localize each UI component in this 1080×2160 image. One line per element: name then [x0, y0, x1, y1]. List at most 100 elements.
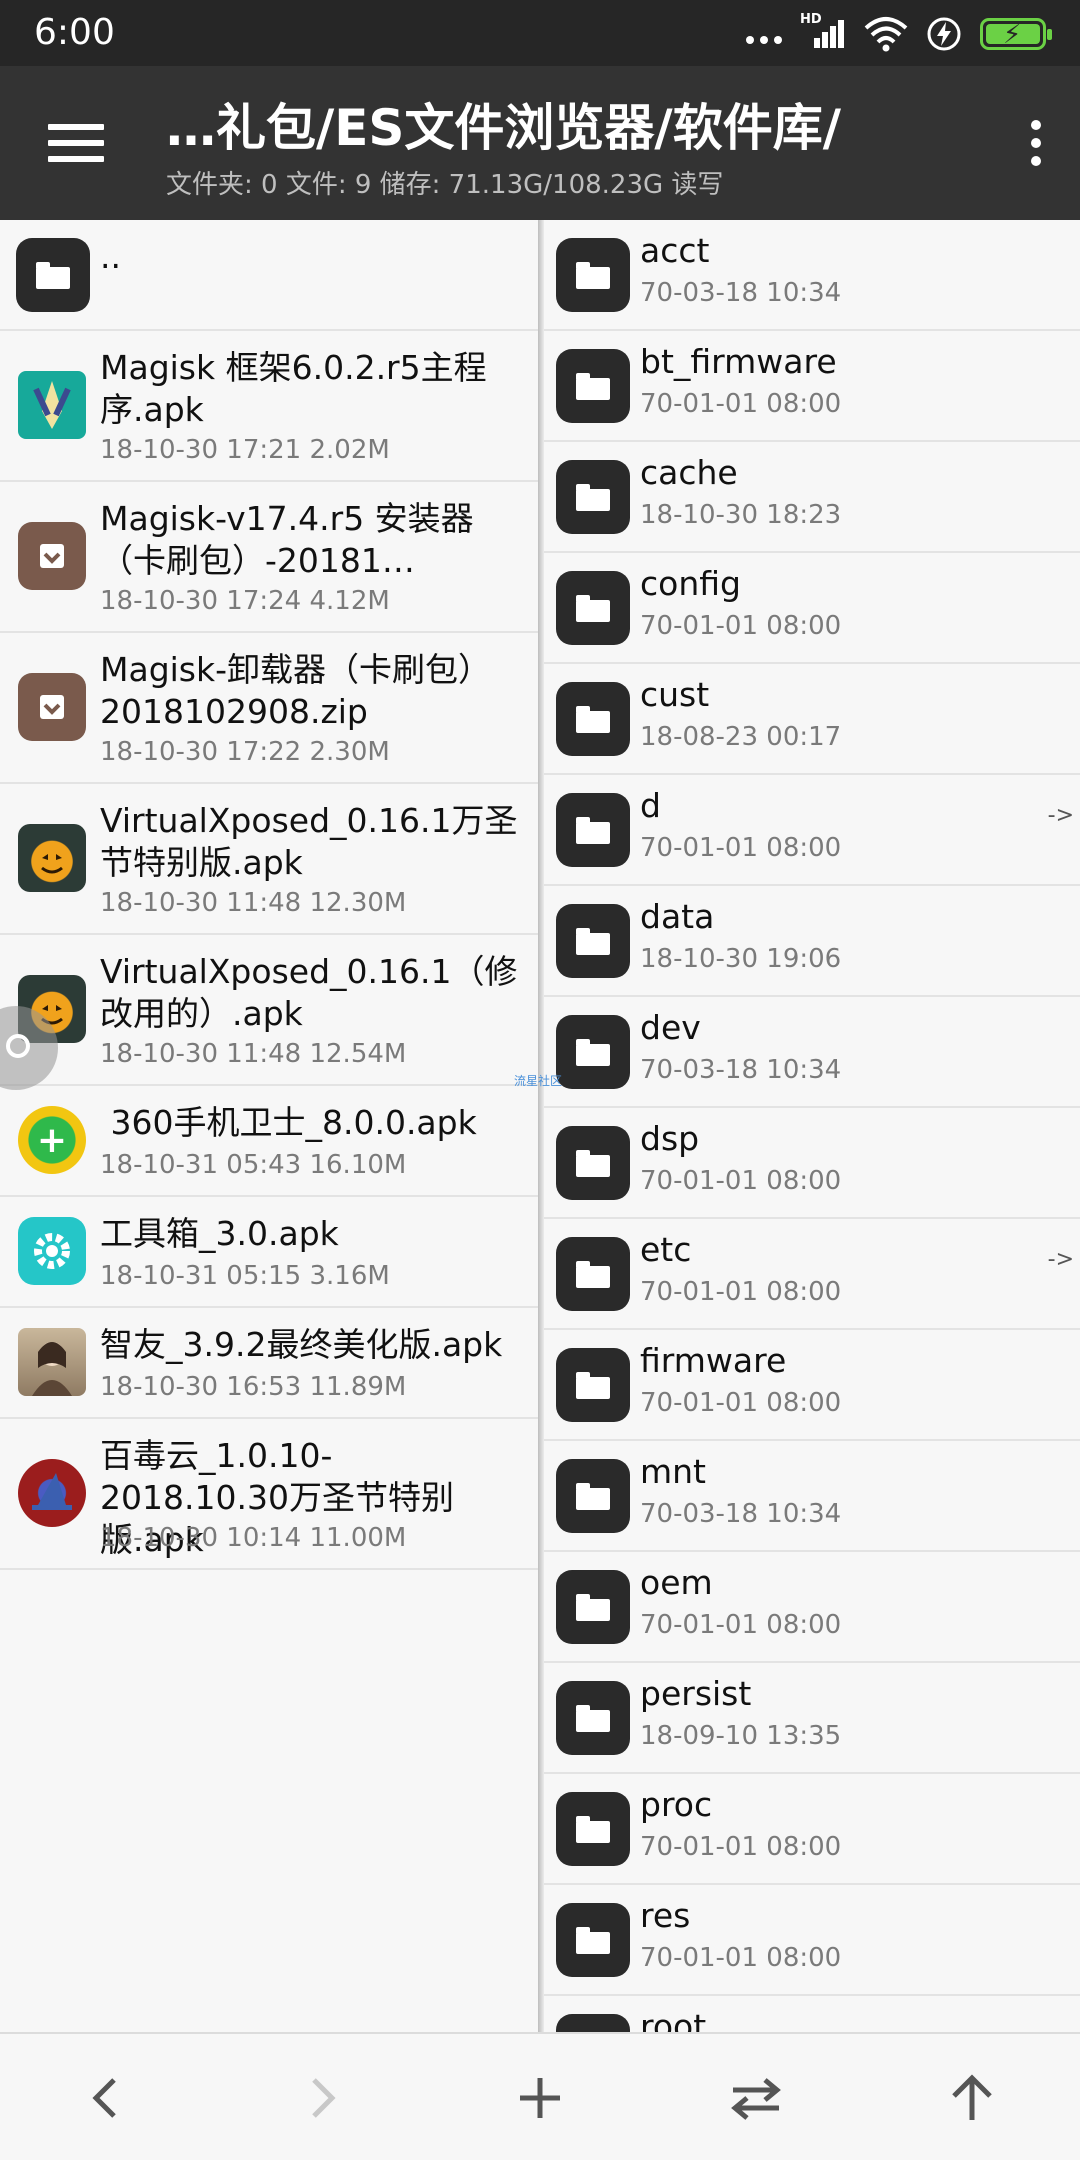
folder-name: res: [640, 1896, 691, 1935]
file-row[interactable]: Magisk-v17.4.r5 安装器（卡刷包）-20181… 18-10-30…: [0, 482, 540, 633]
folder-meta: 70-01-01 08:00: [640, 389, 842, 419]
file-row[interactable]: Magisk 框架6.0.2.r5主程序.apk 18-10-30 17:21 …: [0, 331, 540, 482]
folder-row[interactable]: data 18-10-30 19:06: [544, 886, 1080, 997]
folder-icon: [556, 2014, 630, 2032]
folder-name: d: [640, 786, 661, 825]
file-row[interactable]: VirtualXposed_0.16.1（修改用的）.apk 18-10-30 …: [0, 935, 540, 1086]
parent-directory-label: ..: [100, 237, 121, 276]
magisk-icon: [18, 371, 86, 439]
app-toolbar: …礼包/ES文件浏览器/软件库/ 文件夹: 0 文件: 9 储存: 71.13G…: [0, 66, 1080, 220]
add-icon[interactable]: [500, 2058, 580, 2138]
folder-name: cust: [640, 675, 710, 714]
file-meta: 18-10-31 05:43 16.10M: [100, 1150, 407, 1180]
folder-icon: [556, 1015, 630, 1089]
folder-row[interactable]: proc 70-01-01 08:00: [544, 1774, 1080, 1885]
file-name: 智友_3.9.2最终美化版.apk: [100, 1325, 503, 1364]
forward-arrow-icon[interactable]: [282, 2058, 362, 2138]
file-row[interactable]: VirtualXposed_0.16.1万圣节特别版.apk 18-10-30 …: [0, 784, 540, 935]
pumpkin-icon: [18, 824, 86, 892]
folder-name: dsp: [640, 1119, 700, 1158]
folder-row[interactable]: cache 18-10-30 18:23: [544, 442, 1080, 553]
folder-row[interactable]: root: [544, 1996, 1080, 2032]
file-name: VirtualXposed_0.16.1（修改用的）.apk: [100, 952, 518, 1033]
file-row[interactable]: Magisk-卸载器（卡刷包）2018102908.zip 18-10-30 1…: [0, 633, 540, 784]
archive-icon: [18, 673, 86, 741]
folder-meta: 18-10-30 19:06: [640, 944, 842, 974]
folder-row[interactable]: firmware 70-01-01 08:00: [544, 1330, 1080, 1441]
status-icons: HD ⚡: [746, 12, 1052, 54]
folder-row[interactable]: cust 18-08-23 00:17: [544, 664, 1080, 775]
folder-icon: [556, 1903, 630, 1977]
folder-icon: [556, 460, 630, 534]
folder-meta: 70-01-01 08:00: [640, 1166, 842, 1196]
battery-charging-icon: ⚡: [980, 18, 1052, 50]
folder-icon: [556, 349, 630, 423]
file-meta: 18-10-30 11:48 12.30M: [100, 888, 407, 918]
file-meta: 18-10-30 11:48 12.54M: [100, 1039, 407, 1069]
folder-icon: [556, 1126, 630, 1200]
file-row[interactable]: + 360手机卫士_8.0.0.apk 18-10-31 05:43 16.10…: [0, 1086, 540, 1197]
flash-icon: [927, 17, 961, 51]
path-title: …礼包/ES文件浏览器/软件库/: [166, 99, 841, 157]
overflow-menu-icon[interactable]: [1016, 106, 1056, 180]
folder-name: mnt: [640, 1452, 706, 1491]
folder-row[interactable]: persist 18-09-10 13:35: [544, 1663, 1080, 1774]
file-name: Magisk 框架6.0.2.r5主程序.apk: [100, 348, 487, 429]
folder-name: bt_firmware: [640, 342, 837, 381]
file-name: 工具箱_3.0.apk: [100, 1214, 339, 1253]
folder-name: persist: [640, 1674, 752, 1713]
file-meta: 18-10-31 05:15 3.16M: [100, 1261, 390, 1291]
left-file-pane[interactable]: .. Magisk 框架6.0.2.r5主程序.apk 18-10-30 17:…: [0, 220, 540, 2032]
folder-name: oem: [640, 1563, 713, 1602]
folder-row[interactable]: config 70-01-01 08:00: [544, 553, 1080, 664]
file-meta: 18-10-30 10:14 11.00M: [100, 1523, 407, 1553]
status-bar: 6:00 HD ⚡: [0, 0, 1080, 66]
up-directory-icon[interactable]: [932, 2058, 1012, 2138]
folder-meta: 70-01-01 08:00: [640, 611, 842, 641]
file-row[interactable]: 智友_3.9.2最终美化版.apk 18-10-30 16:53 11.89M: [0, 1308, 540, 1419]
hamburger-menu-icon[interactable]: [36, 110, 116, 176]
folder-name: acct: [640, 231, 710, 270]
hd-label: HD: [800, 12, 822, 27]
hd-signal-icon: HD: [800, 12, 846, 52]
folder-row[interactable]: mnt 70-03-18 10:34: [544, 1441, 1080, 1552]
folder-row[interactable]: res 70-01-01 08:00: [544, 1885, 1080, 1996]
swap-panes-icon[interactable]: [716, 2058, 796, 2138]
folder-icon: [556, 1459, 630, 1533]
folder-meta: 70-01-01 08:00: [640, 1943, 842, 1973]
archive-icon: [18, 522, 86, 590]
folder-row[interactable]: etc 70-01-01 08:00 ->: [544, 1219, 1080, 1330]
folder-icon: [556, 1681, 630, 1755]
status-time: 6:00: [34, 12, 115, 53]
folder-name: dev: [640, 1008, 701, 1047]
folder-row[interactable]: dsp 70-01-01 08:00: [544, 1108, 1080, 1219]
folder-row[interactable]: oem 70-01-01 08:00: [544, 1552, 1080, 1663]
folder-row[interactable]: bt_firmware 70-01-01 08:00: [544, 331, 1080, 442]
folder-name: etc: [640, 1230, 692, 1269]
file-name: Magisk-卸载器（卡刷包）2018102908.zip: [100, 650, 492, 731]
folder-icon: [556, 1570, 630, 1644]
right-file-pane[interactable]: acct 70-03-18 10:34 bt_firmware 70-01-01 08…: [544, 220, 1080, 2032]
folder-row[interactable]: acct 70-03-18 10:34: [544, 220, 1080, 331]
folder-meta: 18-09-10 13:35: [640, 1721, 842, 1751]
folder-meta: 70-01-01 08:00: [640, 1388, 842, 1418]
file-row[interactable]: 百毒云_1.0.10-2018.10.30万圣节特别版.apk 18-10-30…: [0, 1419, 540, 1570]
witch-hat-icon: [18, 1459, 86, 1527]
folder-row[interactable]: d 70-01-01 08:00 ->: [544, 775, 1080, 886]
folder-meta: 70-01-01 08:00: [640, 1610, 842, 1640]
folder-name: root: [640, 2007, 707, 2032]
folder-icon: [556, 1348, 630, 1422]
folder-icon: [556, 238, 630, 312]
folder-row[interactable]: dev 70-03-18 10:34: [544, 997, 1080, 1108]
path-summary: 文件夹: 0 文件: 9 储存: 71.13G/108.23G 读写: [166, 170, 724, 200]
wifi-icon: [864, 17, 908, 52]
folder-icon: [556, 793, 630, 867]
folder-icon: [556, 1792, 630, 1866]
folder-meta: 70-03-18 10:34: [640, 278, 842, 308]
file-meta: 18-10-30 17:21 2.02M: [100, 435, 390, 465]
parent-directory-row[interactable]: ..: [0, 220, 540, 331]
file-row[interactable]: 工具箱_3.0.apk 18-10-31 05:15 3.16M: [0, 1197, 540, 1308]
folder-icon: [556, 682, 630, 756]
back-arrow-icon[interactable]: [66, 2058, 146, 2138]
watermark-text: 流星社区: [514, 1074, 563, 1088]
